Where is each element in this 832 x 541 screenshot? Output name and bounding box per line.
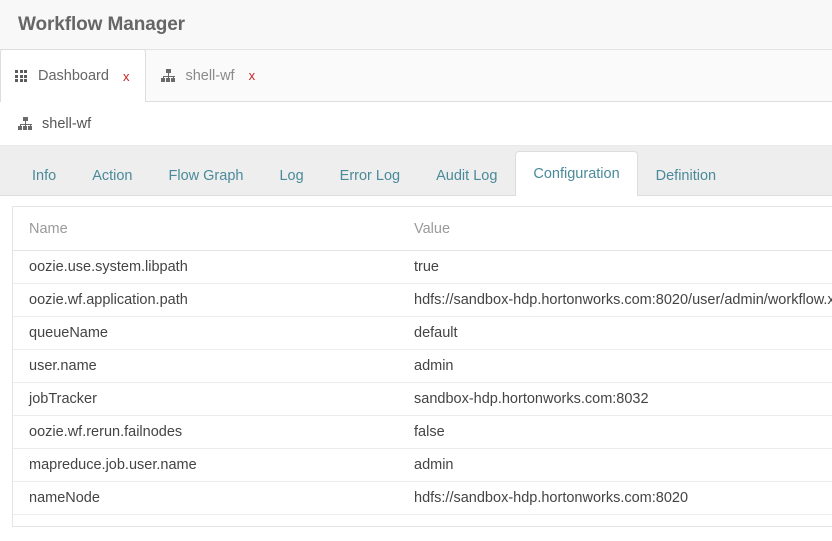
table-row: user.name admin (13, 350, 832, 383)
workspace-tabstrip: Dashboard x shell-wf x (0, 50, 832, 102)
close-tab-shell-wf-icon[interactable]: x (249, 69, 256, 82)
tab-flow-graph[interactable]: Flow Graph (151, 156, 262, 195)
config-name-cell: queueName (13, 317, 398, 350)
column-header-value: Value (398, 207, 832, 251)
configuration-panel: Name Value oozie.use.system.libpath true… (12, 206, 832, 527)
table-row: mapreduce.job.user.name admin (13, 449, 832, 482)
tab-configuration[interactable]: Configuration (515, 151, 637, 196)
config-value-cell: admin (398, 350, 832, 383)
config-name-cell: mapreduce.job.user.name (13, 449, 398, 482)
workspace-tab-dashboard[interactable]: Dashboard x (0, 49, 146, 102)
config-value-cell: true (398, 251, 832, 284)
configuration-panel-wrapper: Name Value oozie.use.system.libpath true… (0, 196, 832, 527)
table-row: jobTracker sandbox-hdp.hortonworks.com:8… (13, 383, 832, 416)
config-value-cell: false (398, 416, 832, 449)
tab-definition[interactable]: Definition (638, 156, 734, 195)
workspace-tab-label: Dashboard (38, 68, 109, 84)
config-name-cell: oozie.wf.rerun.failnodes (13, 416, 398, 449)
config-value-cell: sandbox-hdp.hortonworks.com:8032 (398, 383, 832, 416)
table-row: oozie.use.system.libpath true (13, 251, 832, 284)
table-header-row: Name Value (13, 207, 832, 251)
page-title: Workflow Manager (18, 14, 185, 36)
tab-action[interactable]: Action (74, 156, 150, 195)
config-name-cell: oozie.use.system.libpath (13, 251, 398, 284)
config-value-cell: hdfs://sandbox-hdp.hortonworks.com:8020/… (398, 284, 832, 317)
configuration-table: Name Value oozie.use.system.libpath true… (13, 207, 832, 515)
nav-tabs: Info Action Flow Graph Log Error Log Aud… (0, 146, 832, 196)
config-value-cell: admin (398, 449, 832, 482)
tab-log[interactable]: Log (261, 156, 321, 195)
config-value-cell: default (398, 317, 832, 350)
table-row: oozie.wf.rerun.failnodes false (13, 416, 832, 449)
table-row: queueName default (13, 317, 832, 350)
table-row: nameNode hdfs://sandbox-hdp.hortonworks.… (13, 482, 832, 515)
column-header-name: Name (13, 207, 398, 251)
config-name-cell: nameNode (13, 482, 398, 515)
config-name-cell: oozie.wf.application.path (13, 284, 398, 317)
config-value-cell: hdfs://sandbox-hdp.hortonworks.com:8020 (398, 482, 832, 515)
sitemap-icon (161, 69, 176, 82)
grid-icon (15, 70, 29, 82)
breadcrumb-label: shell-wf (42, 116, 91, 132)
close-tab-dashboard-icon[interactable]: x (123, 70, 130, 83)
config-name-cell: user.name (13, 350, 398, 383)
tab-info[interactable]: Info (14, 156, 74, 195)
configuration-table-body: oozie.use.system.libpath true oozie.wf.a… (13, 251, 832, 515)
workspace-tab-label: shell-wf (185, 68, 234, 84)
workspace-tab-shell-wf[interactable]: shell-wf x (146, 49, 272, 101)
app-header: Workflow Manager (0, 0, 832, 50)
sitemap-icon (18, 117, 33, 130)
table-row: oozie.wf.application.path hdfs://sandbox… (13, 284, 832, 317)
tab-error-log[interactable]: Error Log (322, 156, 418, 195)
config-name-cell: jobTracker (13, 383, 398, 416)
breadcrumb: shell-wf (0, 102, 832, 146)
tab-audit-log[interactable]: Audit Log (418, 156, 515, 195)
